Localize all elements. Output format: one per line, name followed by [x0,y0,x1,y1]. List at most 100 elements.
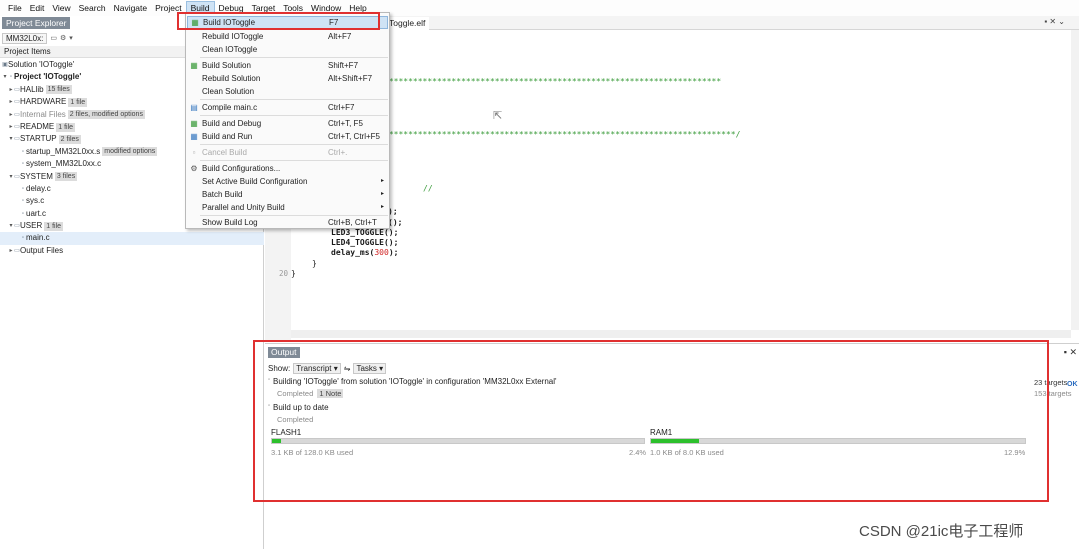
menu-separator [200,57,388,58]
menu-item-label: Compile main.c [202,103,258,112]
ok-button[interactable]: OK [1067,381,1078,388]
menu-search[interactable]: Search [75,1,110,15]
code-close-brace: } [291,269,296,278]
menu-item-label: Set Active Build Configuration [202,177,308,186]
menu-item-label: Build Solution [202,61,251,70]
submenu-arrow-icon: ▸ [380,191,384,197]
menu-item-build-and-run[interactable]: ▦ Build and Run Ctrl+T, Ctrl+F5 [187,130,388,143]
file-count-badge: 1 file [68,97,88,107]
code-close-brace: } [312,259,317,268]
tree-label: SYSTEM [20,171,53,181]
build-menu-dropdown: ▦ Build IOToggle F7 Rebuild IOToggle Alt… [185,12,390,229]
tree-label: README [20,121,55,131]
menu-item-show-build-log[interactable]: Show Build Log Ctrl+B, Ctrl+T [187,216,388,229]
menu-item-label: Batch Build [202,190,243,199]
code-led4-toggle: LED4_TOGGLE(); [331,238,399,247]
code-delay-call: delay_ms(300); [331,248,398,257]
tree-label: USER [20,221,43,231]
menu-item-label: Show Build Log [202,218,258,227]
more-icon[interactable]: ▾ [69,34,73,42]
menu-item-rebuild-solution[interactable]: Rebuild Solution Alt+Shift+F7 [187,72,388,85]
file-count-badge: 15 files [45,85,72,95]
tree-label: system_MM32L0xx.c [26,159,102,169]
submenu-arrow-icon: ▸ [380,178,384,184]
gear-icon: ⚙ [190,164,198,173]
file-count-badge: 3 files [54,172,78,182]
file-count-badge: 2 files, modified options [67,110,145,120]
tree-row-output-files[interactable]: ▸ ▭ Output Files [0,245,264,257]
menu-separator [200,115,388,116]
file-count-badge: 1 file [56,122,76,132]
menu-item-shortcut: Ctrl+T, Ctrl+F5 [328,132,381,141]
menu-item-shortcut: Alt+F7 [328,32,352,41]
highlight-box-output [253,340,1049,502]
cancel-icon: ▫ [192,148,196,157]
build-solution-icon: ▦ [190,61,198,70]
tree-label: main.c [26,233,50,243]
menu-bar: File Edit View Search Navigate Project B… [0,0,1079,16]
menu-item-label: Build and Debug [202,119,262,128]
editor-tab[interactable]: Toggle.elf [385,17,430,30]
editor-tab-controls[interactable]: ▪ ✕ ⌄ [1044,17,1065,26]
menu-separator [200,99,388,100]
tree-label: STARTUP [20,134,57,144]
tree-label: HALlib [20,84,44,94]
code-led3-toggle: LED3_TOGGLE(); [331,228,399,237]
menu-separator [200,160,388,161]
horizontal-scrollbar[interactable] [291,330,1071,338]
menu-item-batch-build[interactable]: Batch Build ▸ [187,188,388,201]
menu-item-shortcut: Ctrl+B, Ctrl+T [328,218,377,227]
tree-label: Solution 'IOToggle' [8,60,75,69]
output-panel-controls[interactable]: ▪ ✕ [1064,347,1077,358]
menu-separator [200,144,388,145]
compile-icon: ▤ [190,103,198,112]
project-combo[interactable]: MM32L0x: [2,32,48,44]
comment-stars-line: ****************************************… [384,77,722,86]
menu-item-shortcut: Ctrl+. [328,148,348,157]
menu-item-label: Rebuild IOToggle [202,32,264,41]
tree-label: sys.c [26,196,45,206]
project-explorer-title[interactable]: Project Explorer [2,17,71,29]
menu-item-cancel-build[interactable]: ▫ Cancel Build Ctrl+. [187,146,388,159]
comment-stars-line: ****************************************… [384,130,741,139]
tree-label: delay.c [26,183,51,193]
options-badge: modified options [102,147,158,157]
submenu-arrow-icon: ▸ [380,204,384,210]
menu-item-set-active-config[interactable]: Set Active Build Configuration ▸ [187,175,388,188]
menu-item-build-and-debug[interactable]: ▦ Build and Debug Ctrl+T, F5 [187,117,388,130]
menu-item-build-configurations[interactable]: ⚙ Build Configurations... [187,162,388,175]
menu-navigate[interactable]: Navigate [110,1,152,15]
menu-item-label: Parallel and Unity Build [202,203,285,212]
menu-item-shortcut: Shift+F7 [328,61,359,70]
menu-item-label: Build Configurations... [202,164,281,173]
tree-label: Project 'IOToggle' [14,72,82,82]
tree-label: HARDWARE [20,97,67,107]
menu-item-shortcut: Ctrl+T, F5 [328,119,363,128]
vertical-scrollbar[interactable] [1071,30,1079,330]
run-icon: ▦ [190,132,198,141]
watermark: CSDN @21ic电子工程师 [859,523,1024,540]
menu-item-clean-solution[interactable]: Clean Solution [187,85,388,98]
tree-label: uart.c [26,208,47,218]
menu-item-rebuild-project[interactable]: Rebuild IOToggle Alt+F7 [187,30,388,43]
menu-item-label: Rebuild Solution [202,74,261,83]
settings-icon[interactable]: ⚙ [60,34,66,42]
menu-edit[interactable]: Edit [26,1,49,15]
line-number: 20 [279,269,289,278]
tree-label: startup_MM32L0xx.s [26,146,101,156]
menu-item-compile[interactable]: ▤ Compile main.c Ctrl+F7 [187,101,388,114]
highlight-box-build-item [177,12,380,30]
menu-item-clean-project[interactable]: Clean IOToggle [187,43,388,56]
folder-icon[interactable]: ▭ [50,34,57,42]
menu-view[interactable]: View [48,1,74,15]
tree-label: Output Files [20,245,64,255]
menu-item-parallel-unity-build[interactable]: Parallel and Unity Build ▸ [187,201,388,214]
file-count-badge: 1 file [44,221,64,231]
menu-item-label: Clean IOToggle [202,45,258,54]
tree-row-main[interactable]: ▫ main.c [0,232,264,245]
code-delay-prefix: delay_ms( [331,248,375,257]
menu-item-label: Clean Solution [202,87,255,96]
menu-item-build-solution[interactable]: ▦ Build Solution Shift+F7 [187,59,388,72]
file-count-badge: 2 files [58,135,81,145]
menu-file[interactable]: File [4,1,26,15]
